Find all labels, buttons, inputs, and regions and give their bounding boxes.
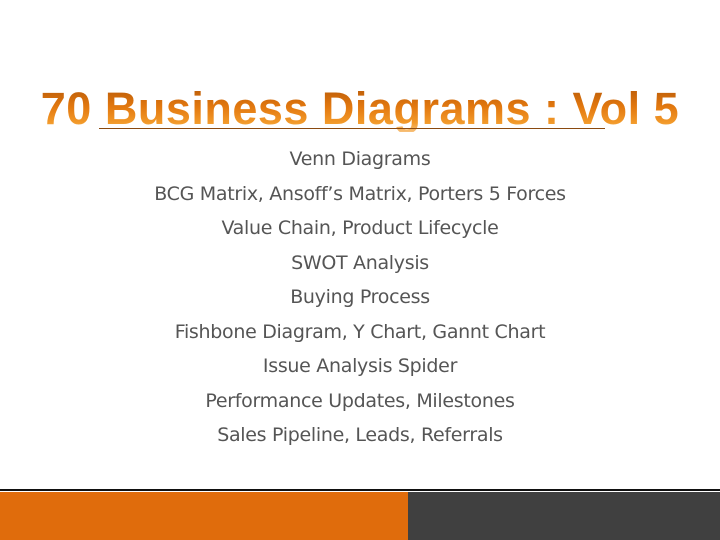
title-container: 70 Business Diagrams : Vol 5 bbox=[0, 86, 720, 132]
footer-divider bbox=[0, 489, 720, 491]
topic-item: Value Chain, Product Lifecycle bbox=[221, 217, 499, 239]
topic-item: Issue Analysis Spider bbox=[262, 355, 458, 377]
slide: 70 Business Diagrams : Vol 5 Venn Diagra… bbox=[0, 0, 720, 540]
topic-item: Sales Pipeline, Leads, Referrals bbox=[217, 424, 503, 446]
topic-item: Buying Process bbox=[290, 286, 430, 308]
footer-orange-bar bbox=[0, 492, 408, 540]
topic-item: SWOT Analysis bbox=[291, 251, 429, 274]
topic-item: Performance Updates, Milestones bbox=[205, 389, 515, 412]
topic-list: Venn Diagrams BCG Matrix, Ansoff’s Matri… bbox=[0, 142, 720, 453]
footer-gray-bar bbox=[408, 492, 720, 540]
title-underline bbox=[99, 128, 605, 129]
topic-item: BCG Matrix, Ansoff’s Matrix, Porters 5 F… bbox=[154, 182, 566, 205]
topic-item: Fishbone Diagram, Y Chart, Gannt Chart bbox=[174, 320, 546, 343]
topic-item: Venn Diagrams bbox=[289, 148, 431, 170]
slide-title: 70 Business Diagrams : Vol 5 bbox=[40, 83, 680, 134]
